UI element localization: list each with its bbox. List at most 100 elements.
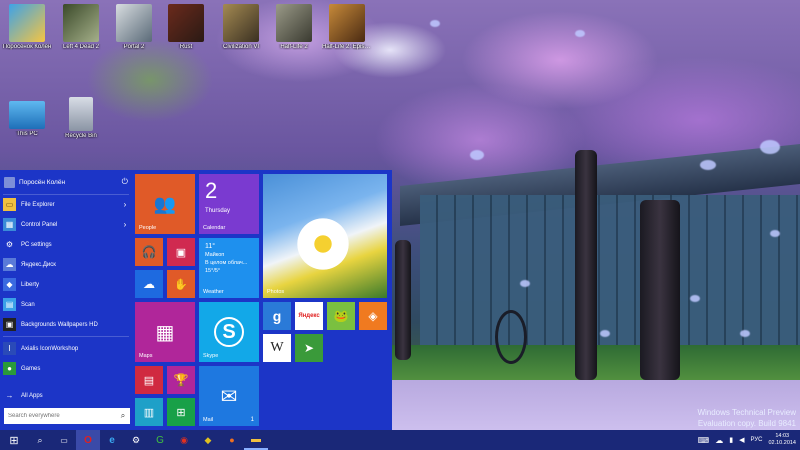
tile-navigator[interactable]: ➤ xyxy=(295,334,323,362)
scan-icon: ▤ xyxy=(3,298,16,311)
tile-skype[interactable]: S Skype xyxy=(199,302,259,362)
power-icon[interactable]: ⏻ xyxy=(122,177,128,187)
desktop-icon-label: Rust xyxy=(179,44,193,50)
menu-item-control-panel[interactable]: ▦ Control Panel › xyxy=(3,216,129,233)
avatar xyxy=(4,176,15,188)
desktop-icon-recycle-bin[interactable]: Recycle Bin xyxy=(56,97,106,139)
tile-label: Calendar xyxy=(203,225,226,231)
clock[interactable]: 14:03 02.10.2014 xyxy=(768,433,796,447)
taskbar-app-steam[interactable]: ⚙ xyxy=(124,430,148,450)
taskbar-app-tool[interactable]: ◆ xyxy=(196,430,220,450)
search-box[interactable]: ⌕ xyxy=(4,408,130,424)
user-account[interactable]: Поросён Колён ⏻ xyxy=(4,174,128,190)
search-icon[interactable]: ⌕ xyxy=(116,411,130,421)
news-icon: ▤ xyxy=(143,374,155,387)
tile-store[interactable]: ⊞ xyxy=(167,398,195,426)
desktop-icon-halflife2[interactable]: Half-Life 2 xyxy=(269,4,319,50)
taskbar-app-opera[interactable]: O xyxy=(76,430,100,450)
taskbar-app-file-explorer[interactable]: ▬ xyxy=(244,430,268,450)
taskbar-app-ie[interactable]: e xyxy=(100,430,124,450)
petal xyxy=(740,330,750,337)
menu-item-label: Games xyxy=(21,365,41,372)
menu-item-axialis[interactable]: I Axialis IconWorkshop xyxy=(3,340,129,357)
desktop-icon-this-pc[interactable]: This PC xyxy=(2,97,52,137)
petal xyxy=(520,280,530,287)
cloud-icon[interactable]: ☁ xyxy=(715,436,723,445)
menu-item-label: Яндекс.Диск xyxy=(21,261,56,268)
weather-city: Майкоп xyxy=(205,252,225,258)
tile-photos[interactable]: Photos xyxy=(263,174,387,298)
desktop-icon-portal2[interactable]: Portal 2 xyxy=(109,4,159,50)
calendar-weekday: Thursday xyxy=(205,208,231,214)
desktop-icon-rust[interactable]: Rust xyxy=(161,4,211,50)
start-button[interactable]: ⊞ xyxy=(0,430,28,450)
tree-trunk xyxy=(640,200,680,380)
menu-item-scan[interactable]: ▤ Scan xyxy=(3,296,129,313)
divider xyxy=(3,194,129,195)
desktop-icon-user[interactable]: Поросёнок Колён xyxy=(2,4,52,50)
desktop-icon-label: Half-Life 2 xyxy=(280,44,308,50)
menu-item-backgrounds[interactable]: ▣ Backgrounds Wallpapers HD xyxy=(3,316,129,333)
tile-news[interactable]: ▤ xyxy=(135,366,163,394)
all-apps-button[interactable]: → All Apps xyxy=(3,387,129,404)
tile-yandex[interactable]: Яндекс xyxy=(295,302,323,330)
menu-item-file-explorer[interactable]: ▭ File Explorer › xyxy=(3,196,129,213)
chevron-right-icon[interactable]: › xyxy=(121,200,129,209)
desktop-icon-civilization[interactable]: Civilization VI xyxy=(216,4,266,50)
taskbar: ⊞ ⌕ ▭ O e ⚙ G ◉ ◆ ● ▬ ⌨ ☁ ▮ ◀ РУС 14:03 … xyxy=(0,430,800,450)
task-view-button[interactable]: ▭ xyxy=(52,430,76,450)
volume-icon[interactable]: ◀ xyxy=(739,436,744,444)
tile-mail[interactable]: ✉ Mail 1 xyxy=(199,366,259,426)
headphones-icon: 🎧 xyxy=(141,245,157,259)
clock-date: 02.10.2014 xyxy=(768,440,796,446)
desktop-icon-halflife2-episode[interactable]: Half-Life 2: Episode xyxy=(322,4,372,50)
left4dead2-icon xyxy=(63,4,99,42)
mail-count-badge: 1 xyxy=(250,417,254,423)
taskbar-app-maps[interactable]: ● xyxy=(220,430,244,450)
tile-sport[interactable]: 🏆 xyxy=(167,366,195,394)
windows-logo-icon: ⊞ xyxy=(9,434,19,447)
menu-item-label: PC settings xyxy=(21,241,52,248)
tile-store-app[interactable]: ◈ xyxy=(359,302,387,330)
tool-icon: ◆ xyxy=(204,434,212,445)
tile-weather[interactable]: 11° Майкоп В целом облач... 15°/5° Weath… xyxy=(199,238,259,298)
taskbar-app-media[interactable]: ◉ xyxy=(172,430,196,450)
clock-time: 14:03 xyxy=(775,433,790,439)
tile-reader[interactable]: ✋ xyxy=(167,270,195,298)
folder-icon: ▬ xyxy=(251,433,261,445)
tile-onedrive[interactable]: ☁ xyxy=(135,270,163,298)
divider xyxy=(3,336,129,337)
desktop-icon-label: Civilization VI xyxy=(222,44,259,50)
map-pin-icon: ● xyxy=(229,435,235,445)
tile-cut-the-rope[interactable]: 🐸 xyxy=(327,302,355,330)
desktop-icon-label: Portal 2 xyxy=(123,44,145,50)
tile-people[interactable]: 👥 People xyxy=(135,174,195,234)
language-indicator[interactable]: РУС xyxy=(750,437,762,443)
xbox-icon: ● xyxy=(3,362,16,375)
keyboard-icon[interactable]: ⌨ xyxy=(698,436,710,445)
chevron-right-icon[interactable]: › xyxy=(121,220,129,229)
tile-video[interactable]: ▣ xyxy=(167,238,195,266)
taskbar-app-feedback[interactable]: G xyxy=(148,430,172,450)
tile-wikipedia[interactable]: W xyxy=(263,334,291,362)
desktop-icon-label: Half-Life 2: Episode xyxy=(322,44,372,50)
menu-item-liberty[interactable]: ◆ Liberty xyxy=(3,276,129,293)
wikipedia-icon: W xyxy=(270,340,284,355)
menu-item-pc-settings[interactable]: ⚙ PC settings xyxy=(3,236,129,253)
tile-label: Photos xyxy=(267,289,285,295)
menu-item-games[interactable]: ● Games xyxy=(3,360,129,377)
tile-music[interactable]: 🎧 xyxy=(135,238,163,266)
network-icon[interactable]: ▮ xyxy=(729,436,733,444)
tile-maps[interactable]: ▦ Maps xyxy=(135,302,195,362)
menu-item-label: Scan xyxy=(21,301,35,308)
trophy-icon: 🏆 xyxy=(173,373,189,387)
menu-item-label: Backgrounds Wallpapers HD xyxy=(21,321,98,328)
search-input[interactable] xyxy=(4,413,116,419)
tile-travel[interactable]: ▥ xyxy=(135,398,163,426)
search-button[interactable]: ⌕ xyxy=(28,430,52,450)
tile-google[interactable]: g xyxy=(263,302,291,330)
desktop-icon-left4dead2[interactable]: Left 4 Dead 2 xyxy=(56,4,106,50)
reader-icon: ✋ xyxy=(174,278,188,291)
menu-item-yandex-disk[interactable]: ☁ Яндекс.Диск xyxy=(3,256,129,273)
tile-calendar[interactable]: 2 Thursday Calendar xyxy=(199,174,259,234)
